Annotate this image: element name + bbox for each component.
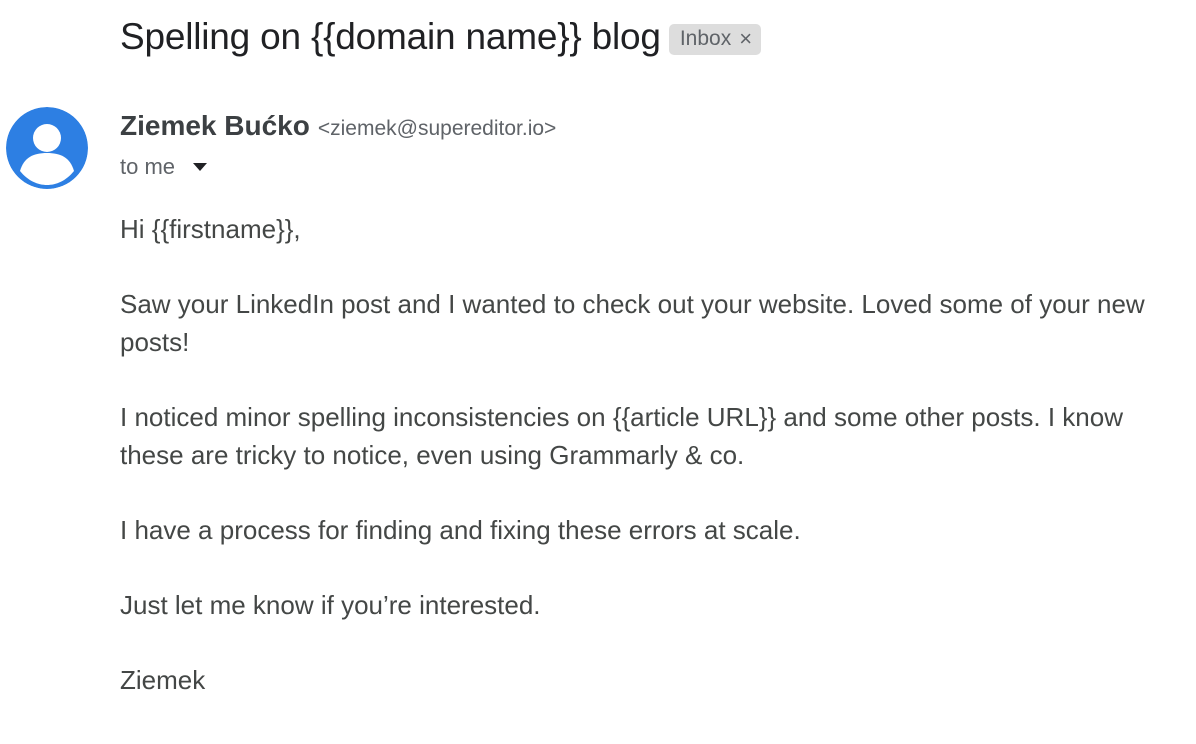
body-paragraph: Saw your LinkedIn post and I wanted to c… — [120, 289, 1145, 357]
sender-name[interactable]: Ziemek Bućko — [120, 110, 310, 142]
remove-label-icon[interactable]: × — [739, 27, 752, 50]
email-subject: Spelling on {{domain name}} blog — [120, 16, 661, 57]
body-paragraph: Just let me know if you’re interested. — [120, 590, 541, 620]
recipient-text: to me — [120, 154, 176, 179]
sender-row: Ziemek Bućko <ziemek@supereditor.io> — [120, 110, 556, 142]
email-view: Spelling on {{domain name}} blog Inbox ×… — [0, 0, 1196, 744]
body-paragraph: I have a process for finding and fixing … — [120, 515, 801, 545]
sender-avatar[interactable] — [6, 107, 88, 189]
signature: Ziemek — [120, 665, 206, 695]
label-text: Inbox — [679, 26, 732, 50]
inbox-label-chip[interactable]: Inbox × — [668, 23, 762, 55]
subject-row: Spelling on {{domain name}} blog Inbox × — [120, 12, 762, 62]
message-body: Hi {{firstname}}, Saw your LinkedIn post… — [120, 210, 1150, 736]
recipient-details-toggle[interactable]: to me — [120, 154, 208, 180]
sender-email: <ziemek@supereditor.io> — [317, 117, 557, 140]
greeting-paragraph: Hi {{firstname}}, — [120, 214, 301, 244]
caret-down-icon[interactable] — [193, 163, 208, 171]
person-icon — [6, 107, 88, 189]
body-paragraph: I noticed minor spelling inconsistencies… — [120, 402, 1123, 470]
